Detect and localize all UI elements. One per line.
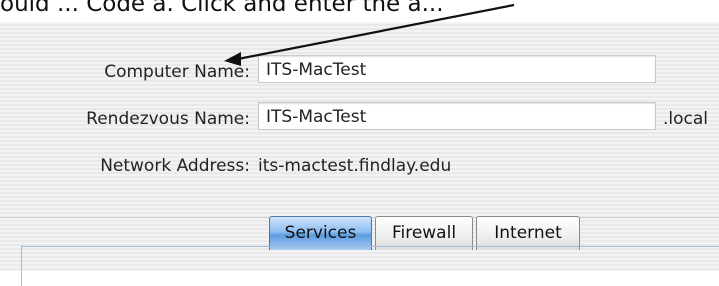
rendezvous-name-field[interactable]: ITS-MacTest (258, 102, 656, 130)
tab-content-frame (21, 246, 719, 286)
rendezvous-domain-suffix: .local (663, 109, 709, 129)
network-address-value: its-mactest.findlay.edu (258, 156, 452, 176)
rendezvous-name-label: Rendezvous Name: (86, 109, 250, 129)
computer-name-label: Computer Name: (104, 62, 250, 82)
computer-name-field[interactable]: ITS-MacTest (258, 55, 656, 83)
tab-firewall[interactable]: Firewall (375, 216, 473, 250)
tab-services[interactable]: Services (269, 216, 372, 250)
instruction-caption: ould ... Code a. Click and enter the a..… (0, 0, 444, 17)
tab-internet[interactable]: Internet (476, 216, 580, 250)
network-address-label: Network Address: (100, 156, 250, 176)
